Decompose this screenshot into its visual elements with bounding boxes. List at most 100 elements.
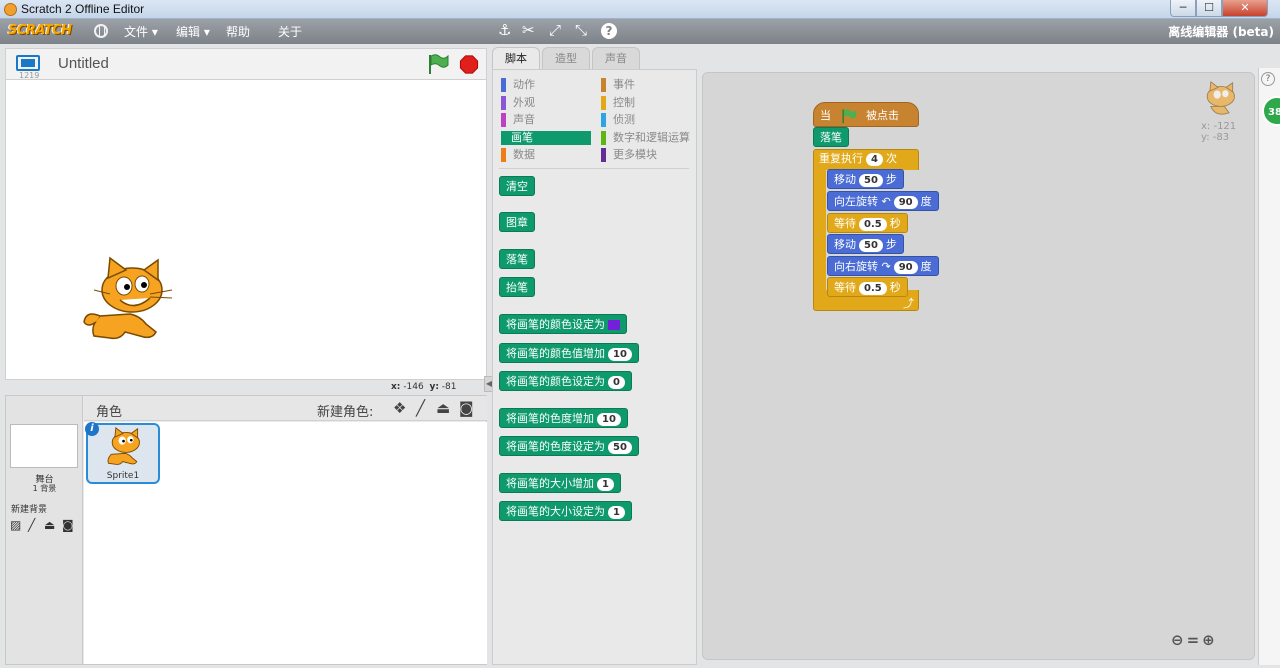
turn-left-block[interactable]: 向左旋转 ↶ 90 度 <box>827 191 939 211</box>
sprite-library-icon[interactable]: ❖ <box>393 399 406 417</box>
category-swatch <box>601 131 606 145</box>
category-swatch <box>501 78 506 92</box>
sprite-x: x: -121 <box>1201 121 1237 132</box>
scripts-area[interactable]: 当 被点击 落笔 重复执行 4 次 移动 50 步 向左旋转 ↶ 90 度 等待 0.5 秒 移… <box>702 72 1255 660</box>
category-swatch <box>601 96 606 110</box>
tab-costumes[interactable]: 造型 <box>542 47 590 69</box>
block-pen-up[interactable]: 抬笔 <box>499 277 535 297</box>
minimize-button[interactable]: ─ <box>1170 0 1196 17</box>
zoom-in-icon[interactable]: ⊕ <box>1202 631 1218 649</box>
sprite1-name: Sprite1 <box>106 471 140 481</box>
tab-scripts[interactable]: 脚本 <box>492 47 540 70</box>
menu-file[interactable]: 文件 ▾ <box>124 23 158 40</box>
block-set-pen-color-value[interactable]: 将画笔的颜色设定为 0 <box>499 371 632 391</box>
window-titlebar: Scratch 2 Offline Editor ─ ☐ ✕ <box>0 0 1280 19</box>
cat-thumbnail-icon <box>107 427 140 465</box>
scratch-logo[interactable]: SCRATCH <box>8 23 72 40</box>
current-sprite-icon <box>1206 81 1235 115</box>
stamp-icon[interactable]: ⚓ <box>498 21 511 39</box>
tips-help-icon[interactable]: ? <box>1261 72 1275 86</box>
project-title[interactable]: Untitled <box>58 55 109 72</box>
block-set-pen-shade[interactable]: 将画笔的色度设定为 50 <box>499 436 639 456</box>
category-swatch <box>601 113 606 127</box>
backdrop-paint-icon[interactable]: ╱ <box>28 518 35 532</box>
notification-badge[interactable]: 38 <box>1262 96 1280 126</box>
stage-canvas[interactable] <box>5 79 487 380</box>
zoom-out-icon[interactable]: ⊖ <box>1171 631 1187 649</box>
category-control[interactable]: 控制 <box>601 96 635 110</box>
block-palette: 动作 事件 外观 控制 声音 侦测 画笔 数字和逻辑运算 数据 更多模块 清空 … <box>492 69 697 665</box>
mouse-x-value: -146 <box>403 382 424 392</box>
mouse-coordinates: x: -146 y: -81 <box>391 382 457 392</box>
new-sprite-label: 新建角色: <box>317 405 374 420</box>
help-icon[interactable]: ? <box>601 23 617 39</box>
editor-title: 离线编辑器 (beta) <box>1168 25 1274 39</box>
menu-about[interactable]: 关于 <box>278 23 302 40</box>
block-set-pen-size[interactable]: 将画笔的大小设定为 1 <box>499 501 632 521</box>
language-globe-icon[interactable] <box>94 24 108 38</box>
grow-icon[interactable]: ⤢ <box>549 21 561 39</box>
category-pen[interactable]: 画笔 <box>501 131 591 145</box>
maximize-button[interactable]: ☐ <box>1196 0 1222 17</box>
sprite-header: 角色 新建角色: ❖ ╱ ⏏ ◙ <box>84 396 487 421</box>
sprite-upload-icon[interactable]: ⏏ <box>436 399 450 417</box>
right-sidebar: ? 38 <box>1258 68 1280 665</box>
wait-block[interactable]: 等待 0.5 秒 <box>827 213 908 233</box>
backdrop-library-icon[interactable]: ▨ <box>10 518 21 532</box>
block-change-pen-shade[interactable]: 将画笔的色度增加 10 <box>499 408 628 428</box>
cat-sprite[interactable] <box>80 256 176 344</box>
category-operators[interactable]: 数字和逻辑运算 <box>601 131 690 145</box>
sprite-camera-icon[interactable]: ◙ <box>459 399 474 417</box>
green-flag-icon <box>841 109 856 124</box>
block-clear[interactable]: 清空 <box>499 176 535 196</box>
wait-block[interactable]: 等待 0.5 秒 <box>827 277 908 297</box>
turn-right-block[interactable]: 向右旋转 ↷ 90 度 <box>827 256 939 276</box>
stop-icon[interactable] <box>458 55 480 74</box>
block-set-pen-color[interactable]: 将画笔的颜色设定为 <box>499 314 627 334</box>
menu-edit[interactable]: 编辑 ▾ <box>176 23 210 40</box>
rotate-left-icon: ↶ <box>881 195 891 208</box>
zoom-reset-icon[interactable]: = <box>1187 631 1203 649</box>
app-icon <box>4 3 17 16</box>
zoom-controls: ⊖=⊕ <box>1171 631 1218 649</box>
backdrop-camera-icon[interactable]: ◙ <box>62 518 74 532</box>
sprite-heading: 角色 <box>96 405 123 420</box>
window-title: Scratch 2 Offline Editor <box>21 2 145 16</box>
move-block[interactable]: 移动 50 步 <box>827 169 904 189</box>
sprite-info-icon[interactable]: i <box>85 422 99 436</box>
menu-help[interactable]: 帮助 <box>226 23 250 40</box>
palette-divider <box>499 168 689 169</box>
loop-arrow-icon: ⤴ <box>903 297 914 310</box>
backdrop-upload-icon[interactable]: ⏏ <box>44 518 55 532</box>
block-change-pen-color[interactable]: 将画笔的颜色值增加 10 <box>499 343 639 363</box>
sprite-paint-icon[interactable]: ╱ <box>416 399 425 417</box>
block-change-pen-size[interactable]: 将画笔的大小增加 1 <box>499 473 621 493</box>
category-looks[interactable]: 外观 <box>501 96 535 110</box>
close-button[interactable]: ✕ <box>1222 0 1268 17</box>
green-flag-icon[interactable] <box>426 53 450 75</box>
pen-color-swatch[interactable] <box>608 320 620 330</box>
repeat-label: 重复执行 4 次 <box>819 152 897 166</box>
category-sensing[interactable]: 侦测 <box>601 113 635 127</box>
block-stamp[interactable]: 图章 <box>499 212 535 232</box>
sprite-pane: 舞台 1 背景 新建背景 ▨ ╱ ⏏ ◙ 角色 新建角色: ❖ ╱ ⏏ ◙ i … <box>5 395 487 665</box>
category-swatch <box>601 148 606 162</box>
category-sound[interactable]: 声音 <box>501 113 535 127</box>
category-events[interactable]: 事件 <box>601 78 635 92</box>
shrink-icon[interactable]: ⤡ <box>575 21 587 39</box>
when-flag-clicked-block[interactable]: 当 被点击 <box>813 102 919 127</box>
new-backdrop-label: 新建背景 <box>11 505 48 515</box>
sprite1-thumbnail[interactable]: i Sprite1 <box>85 422 160 484</box>
category-more-blocks[interactable]: 更多模块 <box>601 148 657 162</box>
pen-down-block[interactable]: 落笔 <box>813 127 849 147</box>
block-pen-down[interactable]: 落笔 <box>499 249 535 269</box>
fullscreen-icon[interactable] <box>16 55 40 71</box>
move-block[interactable]: 移动 50 步 <box>827 234 904 254</box>
cut-icon[interactable]: ✂ <box>522 21 535 39</box>
category-swatch <box>501 113 506 127</box>
category-data[interactable]: 数据 <box>501 148 535 162</box>
tab-sounds[interactable]: 声音 <box>592 47 640 69</box>
stage-thumbnail[interactable] <box>10 424 78 468</box>
stage-backdrop-column: 舞台 1 背景 新建背景 ▨ ╱ ⏏ ◙ <box>6 396 83 664</box>
category-motion[interactable]: 动作 <box>501 78 535 92</box>
